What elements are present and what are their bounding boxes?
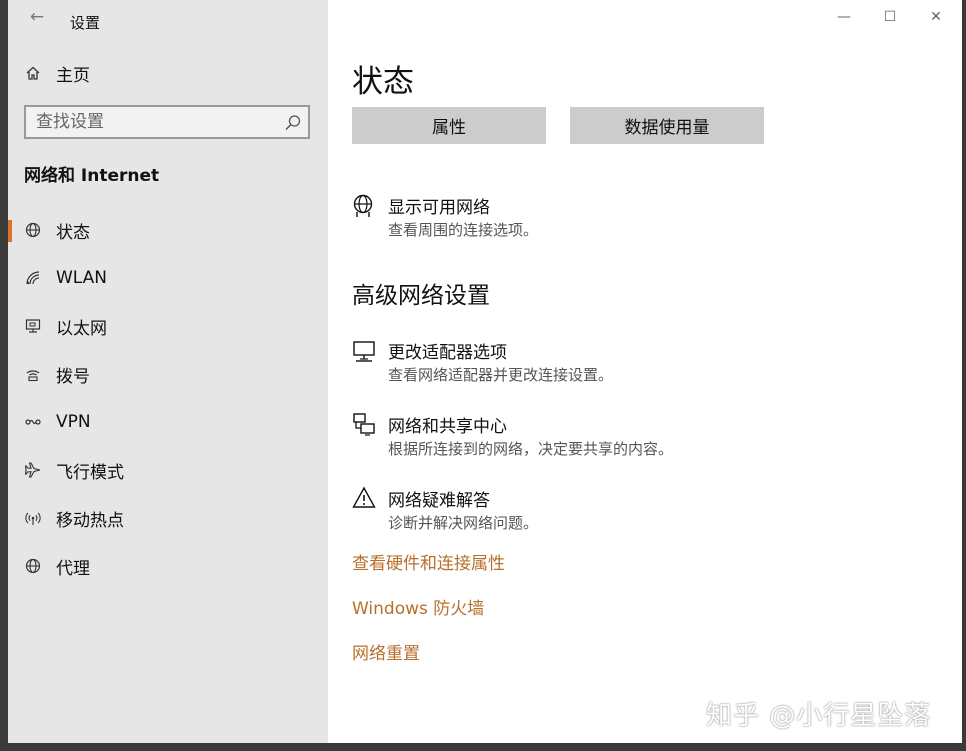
- maximize-icon[interactable]: ☐: [870, 6, 910, 28]
- app-title: 设置: [70, 14, 101, 32]
- sidebar-item-status[interactable]: 状态: [8, 210, 328, 250]
- search-box[interactable]: [24, 105, 310, 139]
- sidebar-item-label: 代理: [56, 558, 90, 579]
- sharing-center-icon: [352, 412, 376, 436]
- show-networks-desc: 查看周围的连接选项。: [388, 221, 539, 239]
- hotspot-icon: [24, 509, 42, 527]
- change-adapter-desc: 查看网络适配器并更改连接设置。: [388, 366, 614, 384]
- sidebar-item-airplane[interactable]: 飞行模式: [8, 450, 328, 490]
- globe-icon: [24, 221, 42, 239]
- sidebar-item-hotspot[interactable]: 移动热点: [8, 498, 328, 538]
- troubleshoot-title: 网络疑难解答: [388, 491, 490, 511]
- sharing-center-desc: 根据所连接到的网络，决定要共享的内容。: [388, 440, 674, 458]
- dialup-icon: [24, 365, 42, 383]
- sidebar-item-vpn[interactable]: VPN: [8, 402, 328, 442]
- warning-icon: [352, 486, 376, 510]
- minimize-icon[interactable]: —: [824, 6, 864, 28]
- properties-button[interactable]: 属性: [352, 107, 546, 144]
- show-networks-title: 显示可用网络: [388, 198, 490, 218]
- search-input[interactable]: [26, 107, 276, 137]
- home-icon: [24, 64, 42, 82]
- page-title: 状态: [352, 64, 414, 100]
- data-usage-button[interactable]: 数据使用量: [570, 107, 764, 144]
- globe-icon: [24, 557, 42, 575]
- sidebar-item-ethernet[interactable]: 以太网: [8, 306, 328, 346]
- sidebar-home[interactable]: 主页: [24, 60, 90, 86]
- sidebar-item-label: 移动热点: [56, 510, 124, 531]
- sidebar-item-dialup[interactable]: 拨号: [8, 354, 328, 394]
- sidebar-item-label: VPN: [56, 412, 91, 432]
- network-reset-link[interactable]: 网络重置: [352, 639, 420, 664]
- main-content: — ☐ ✕ 状态 属性 数据使用量 显示可用网络 查看周围的连接选项。 高级网络…: [328, 0, 962, 743]
- settings-window: ← 设置 主页 网络和 Internet 状态 WLAN: [8, 0, 962, 743]
- airplane-icon: [24, 461, 42, 479]
- watermark: 知乎 @小行星坠落: [706, 701, 932, 731]
- change-adapter-title: 更改适配器选项: [388, 343, 507, 363]
- monitor-icon: [352, 340, 376, 364]
- sidebar-item-label: 状态: [56, 222, 90, 243]
- back-arrow-icon[interactable]: ←: [26, 6, 48, 28]
- sidebar-item-proxy[interactable]: 代理: [8, 546, 328, 586]
- hardware-properties-link[interactable]: 查看硬件和连接属性: [352, 549, 505, 574]
- ethernet-icon: [24, 317, 42, 335]
- advanced-heading: 高级网络设置: [352, 283, 490, 309]
- section-title: 网络和 Internet: [24, 166, 160, 186]
- close-icon[interactable]: ✕: [916, 6, 956, 28]
- sharing-center-title: 网络和共享中心: [388, 417, 507, 437]
- sidebar-item-wlan[interactable]: WLAN: [8, 258, 328, 298]
- troubleshoot-desc: 诊断并解决网络问题。: [388, 514, 539, 532]
- search-icon[interactable]: [284, 114, 302, 132]
- network-globe-icon: [352, 194, 376, 218]
- vpn-icon: [24, 413, 42, 431]
- wifi-icon: [24, 269, 42, 287]
- sidebar-item-label: 以太网: [56, 318, 107, 339]
- sidebar-item-label: 拨号: [56, 366, 90, 387]
- sidebar-item-label: 飞行模式: [56, 462, 124, 483]
- windows-firewall-link[interactable]: Windows 防火墙: [352, 594, 484, 619]
- sidebar-item-label: WLAN: [56, 268, 108, 288]
- home-label: 主页: [56, 65, 90, 86]
- sidebar: ← 设置 主页 网络和 Internet 状态 WLAN: [8, 0, 328, 743]
